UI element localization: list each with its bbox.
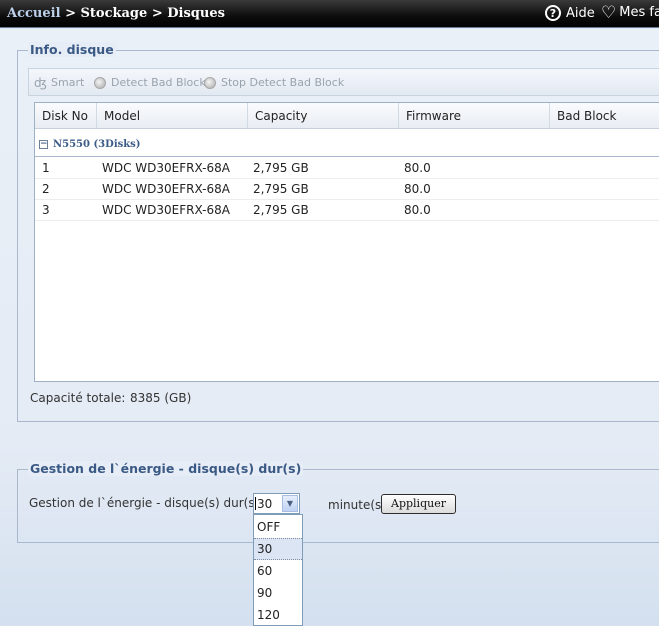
- column-header-bad-block[interactable]: Bad Block: [550, 103, 659, 128]
- stop-icon: [204, 76, 216, 89]
- breadcrumb-section: Stockage: [80, 6, 148, 21]
- power-management-label: Gestion de l`énergie - disque(s) dur(s):: [29, 496, 264, 510]
- smart-label: Smart: [51, 76, 85, 89]
- dropdown-option-60[interactable]: 60: [254, 560, 302, 582]
- standby-time-select[interactable]: 30 ▼: [253, 493, 300, 514]
- smart-icon: ʤ: [34, 75, 47, 90]
- column-header-capacity[interactable]: Capacity: [248, 103, 399, 128]
- disk-group-row[interactable]: − N5550 (3Disks): [35, 135, 659, 157]
- total-capacity: Capacité totale: 8385 (GB): [30, 391, 191, 405]
- help-icon: ?: [545, 5, 561, 21]
- stop-detect-bad-block-button[interactable]: Stop Detect Bad Block: [204, 76, 344, 89]
- apply-button[interactable]: Appliquer: [381, 494, 456, 514]
- cell-disk-no: 1: [42, 161, 50, 175]
- collapse-icon[interactable]: −: [39, 140, 48, 149]
- heart-icon: ♡: [601, 2, 617, 23]
- table-row[interactable]: 3 WDC WD30EFRX-68A 2,795 GB 80.0: [35, 200, 659, 221]
- table-header: Disk No Model Capacity Firmware Bad Bloc…: [35, 103, 659, 129]
- favorites-button[interactable]: ♡ Mes fa: [601, 2, 659, 23]
- dropdown-option-120[interactable]: 120: [254, 604, 302, 626]
- dropdown-option-off[interactable]: OFF: [254, 516, 302, 538]
- column-header-firmware[interactable]: Firmware: [399, 103, 550, 128]
- cell-disk-no: 3: [42, 203, 50, 217]
- power-management-legend: Gestion de l`énergie - disque(s) dur(s): [28, 461, 304, 476]
- table-row[interactable]: 2 WDC WD30EFRX-68A 2,795 GB 80.0: [35, 179, 659, 200]
- cell-model: WDC WD30EFRX-68A: [102, 203, 230, 217]
- group-label: N5550 (3Disks): [53, 139, 141, 150]
- disk-toolbar: ʤ Smart Detect Bad Block Stop Detect Bad…: [28, 68, 659, 96]
- favorites-label: Mes fa: [619, 5, 659, 20]
- dropdown-option-30[interactable]: 30: [254, 538, 302, 560]
- play-icon: [94, 76, 106, 89]
- cell-capacity: 2,795 GB: [253, 182, 309, 196]
- top-bar: Accueil > Stockage > Disques ? Aide ♡ Me…: [0, 0, 659, 28]
- breadcrumb-page: Disques: [167, 6, 225, 21]
- help-label: Aide: [566, 5, 595, 21]
- cell-disk-no: 2: [42, 182, 50, 196]
- breadcrumb-separator: >: [65, 6, 76, 21]
- disk-info-legend: Info. disque: [28, 42, 116, 57]
- detect-bad-block-button[interactable]: Detect Bad Block: [94, 76, 206, 89]
- unit-label: minute(s): [328, 498, 386, 512]
- breadcrumb-home-link[interactable]: Accueil: [7, 6, 61, 21]
- total-capacity-label: Capacité totale:: [30, 391, 126, 405]
- smart-button[interactable]: ʤ Smart: [34, 76, 84, 89]
- column-header-model[interactable]: Model: [97, 103, 248, 128]
- cell-model: WDC WD30EFRX-68A: [102, 182, 230, 196]
- cell-model: WDC WD30EFRX-68A: [102, 161, 230, 175]
- standby-time-value: 30: [257, 497, 273, 511]
- cell-firmware: 80.0: [404, 203, 431, 217]
- column-header-disk-no[interactable]: Disk No: [35, 103, 97, 128]
- chevron-down-icon[interactable]: ▼: [282, 495, 298, 512]
- breadcrumb: Accueil > Stockage > Disques: [7, 6, 225, 21]
- cell-capacity: 2,795 GB: [253, 161, 309, 175]
- detect-bad-block-label: Detect Bad Block: [111, 76, 206, 89]
- cell-firmware: 80.0: [404, 161, 431, 175]
- stop-detect-bad-block-label: Stop Detect Bad Block: [221, 76, 345, 89]
- dropdown-option-90[interactable]: 90: [254, 582, 302, 604]
- cell-firmware: 80.0: [404, 182, 431, 196]
- breadcrumb-separator: >: [151, 6, 163, 21]
- disk-table: Disk No Model Capacity Firmware Bad Bloc…: [34, 102, 659, 382]
- help-button[interactable]: ? Aide: [545, 5, 595, 21]
- text-caret: [255, 497, 256, 510]
- total-capacity-value: 8385 (GB): [130, 391, 192, 405]
- cell-capacity: 2,795 GB: [253, 203, 309, 217]
- standby-time-dropdown-list: OFF 30 60 90 120: [253, 514, 303, 626]
- table-row[interactable]: 1 WDC WD30EFRX-68A 2,795 GB 80.0: [35, 158, 659, 179]
